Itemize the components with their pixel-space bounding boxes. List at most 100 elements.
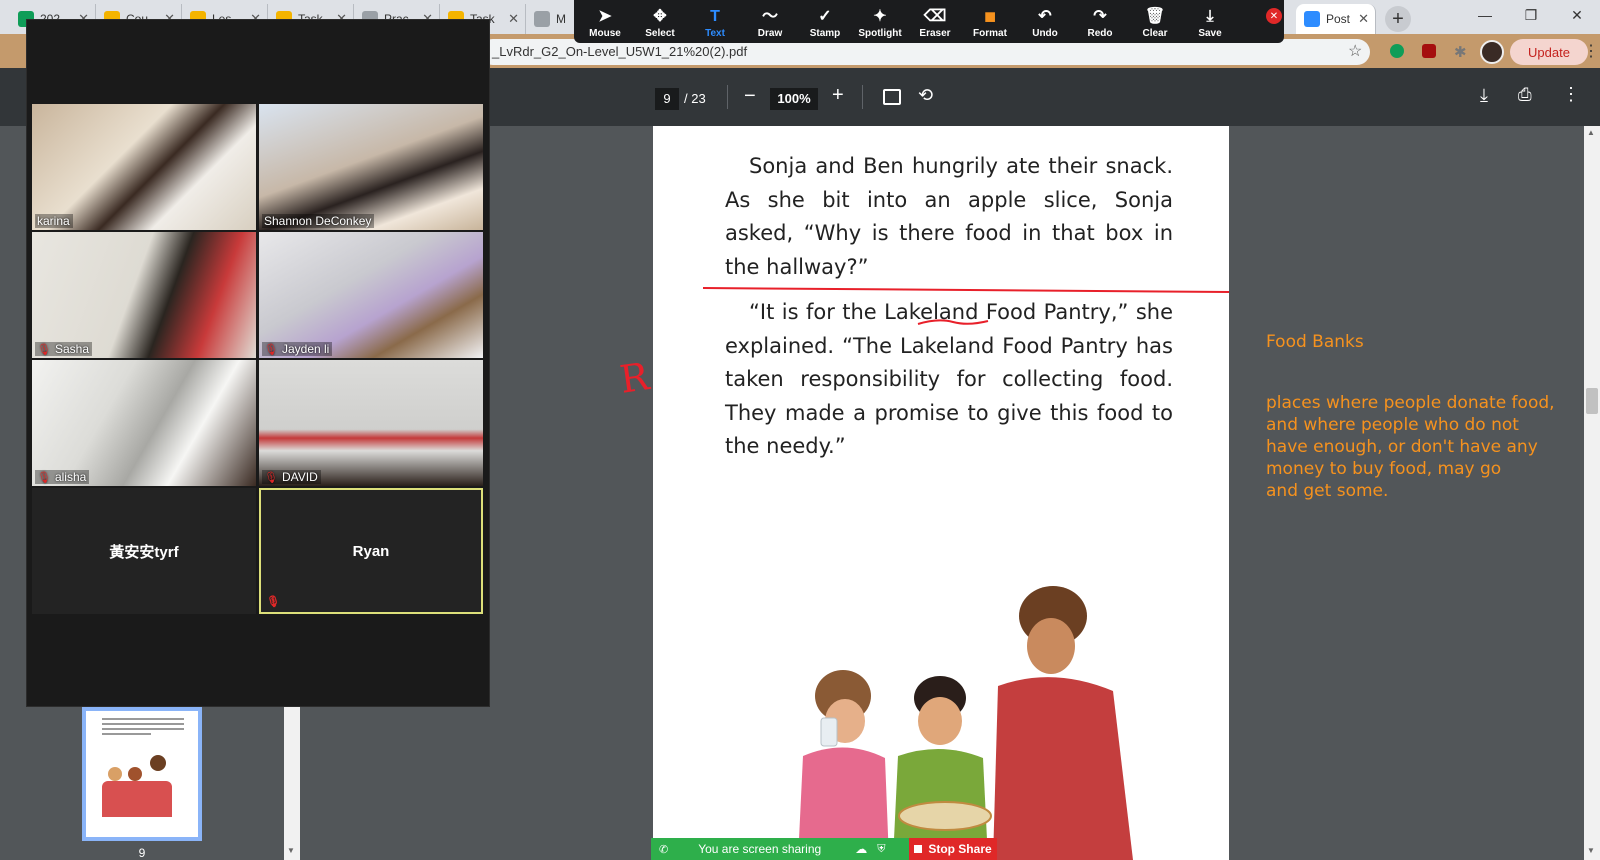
annotation-tool-label: Eraser <box>919 28 951 39</box>
participant-tile[interactable]: 🎙 Sasha <box>32 232 256 358</box>
participant-name: alisha <box>54 470 87 484</box>
mom-face <box>1027 618 1075 674</box>
rotate-icon[interactable]: ⟲ <box>918 85 933 106</box>
annotation-tool-eraser[interactable]: ⌫ Eraser <box>908 0 962 43</box>
participant-name: Shannon DeConkey <box>264 214 372 228</box>
tab-favicon-icon <box>1304 11 1320 27</box>
underline-annotation <box>917 319 989 325</box>
participant-tile[interactable]: 🎙 DAVID <box>259 360 483 486</box>
save-icon: ⤓ <box>1206 8 1214 25</box>
zoom-in-icon[interactable]: + <box>832 84 844 107</box>
thumbnail-page-number: 9 <box>138 846 146 860</box>
scroll-down-icon[interactable]: ▼ <box>1587 846 1595 855</box>
annotation-tool-mouse[interactable]: ➤ Mouse <box>578 0 632 43</box>
participant-name: Jayden li <box>281 342 330 356</box>
annotation-tool-save[interactable]: ⤓ Save <box>1183 0 1237 43</box>
annotation-tool-label: Undo <box>1032 28 1058 39</box>
participant-name-tag: 🎙 Jayden li <box>262 342 333 356</box>
ublock-extension-icon[interactable] <box>1422 44 1436 58</box>
close-tab-icon[interactable]: ✕ <box>508 11 519 27</box>
annotation-tool-label: Spotlight <box>858 28 902 39</box>
participant-tile[interactable]: karina <box>32 104 256 230</box>
scroll-down-icon[interactable]: ▼ <box>287 846 295 855</box>
cursor-icon: ➤ <box>598 8 612 25</box>
download-icon[interactable]: ⤓ <box>1480 85 1488 106</box>
print-icon[interactable]: ⎙ <box>1518 85 1532 105</box>
zoom-annotation-toolbar: ➤ Mouse ✥ Select T Text 〜 Draw ✓ Stamp ✦ Spotlight ⌫… <box>574 0 1284 43</box>
milk-glass <box>820 717 838 747</box>
stop-share-button[interactable]: Stop Share <box>909 838 997 860</box>
muted-mic-icon: 🎙 <box>264 343 278 356</box>
toolbar-divider <box>727 85 728 109</box>
participant-tile[interactable]: 🎙 Jayden li <box>259 232 483 358</box>
participant-tile[interactable]: Ryan 🎙 <box>259 488 483 614</box>
thumbnail-figure <box>128 767 142 781</box>
participant-name: karina <box>37 214 70 228</box>
minimize-button[interactable]: — <box>1462 0 1508 30</box>
close-tab-icon[interactable]: ✕ <box>1358 11 1369 27</box>
close-annotation-icon[interactable]: ✕ <box>1266 8 1282 24</box>
annotation-tool-text[interactable]: T Text <box>688 0 742 43</box>
profile-avatar[interactable] <box>1480 40 1504 64</box>
browser-tab[interactable]: M <box>526 4 576 34</box>
check-icon: ✓ <box>818 8 832 25</box>
page-illustration <box>702 287 1229 860</box>
boy-face <box>918 697 962 745</box>
share-status: You are screen sharing <box>698 842 822 856</box>
annotation-tool-clear[interactable]: 🗑 Clear <box>1128 0 1182 43</box>
annotation-tool-format[interactable]: ■ Format <box>963 0 1017 43</box>
page-thumbnail[interactable] <box>82 707 202 841</box>
bookmark-star-icon[interactable]: ☆ <box>1348 41 1362 61</box>
annotation-tool-label: Draw <box>757 28 783 39</box>
definition-heading: Food Banks <box>1266 332 1364 352</box>
page-number-input[interactable]: 9 <box>655 88 679 110</box>
red-divider-annotation <box>702 287 1229 293</box>
cloud-icon: ☁ <box>855 842 868 856</box>
zoom-out-icon[interactable]: − <box>744 85 756 108</box>
scroll-up-icon[interactable]: ▲ <box>1587 128 1595 137</box>
page-scrollbar[interactable]: ▲ ▼ <box>1584 126 1600 860</box>
participant-name: DAVID <box>281 470 318 484</box>
annotation-tool-label: Redo <box>1087 28 1113 39</box>
wand-icon: ✦ <box>873 8 887 25</box>
participant-tile[interactable]: Shannon DeConkey <box>259 104 483 230</box>
update-label: Update <box>1528 44 1570 60</box>
annotation-tool-spotlight[interactable]: ✦ Spotlight <box>853 0 907 43</box>
new-tab-button[interactable]: + <box>1385 6 1411 32</box>
pdf-page: Sonja and Ben hungrily ate their snack. … <box>653 126 1229 860</box>
eraser-icon: ⌫ <box>923 8 947 25</box>
annotation-tool-redo[interactable]: ↷ Redo <box>1073 0 1127 43</box>
puzzle-extensions-icon[interactable]: ✱ <box>1454 43 1467 61</box>
snack-bowl <box>898 801 992 831</box>
update-button[interactable]: Update <box>1510 39 1588 65</box>
chrome-menu-icon[interactable]: ⋮ <box>1583 41 1599 61</box>
color-swatch-icon: ■ <box>983 6 997 28</box>
muted-mic-icon: 🎙 <box>264 471 278 484</box>
annotation-tool-draw[interactable]: 〜 Draw <box>743 0 797 43</box>
browser-tab[interactable]: Post ✕ <box>1296 4 1376 34</box>
stop-share-label: Stop Share <box>928 842 992 856</box>
annotation-tool-undo[interactable]: ↶ Undo <box>1018 0 1072 43</box>
zoom-gallery-panel[interactable]: karina Shannon DeConkey 🎙 Sasha 🎙 Jayden li 🎙 a… <box>26 19 490 707</box>
restore-button[interactable]: ❐ <box>1508 0 1554 30</box>
muted-mic-icon: 🎙 <box>37 343 51 356</box>
mom-sweater <box>993 677 1133 860</box>
fit-page-icon[interactable] <box>883 89 901 105</box>
muted-mic-icon: 🎙 <box>37 471 51 484</box>
participant-tile[interactable]: 黃安安tyrf <box>32 488 256 614</box>
more-options-icon[interactable]: ⋮ <box>1562 84 1580 105</box>
extension-icon[interactable] <box>1390 44 1404 58</box>
trash-icon: 🗑 <box>1144 8 1166 25</box>
scrollbar-thumb[interactable] <box>1586 388 1598 414</box>
annotation-tool-select[interactable]: ✥ Select <box>633 0 687 43</box>
zoom-level[interactable]: 100% <box>770 88 818 110</box>
participant-name: Sasha <box>54 342 89 356</box>
annotation-tool-stamp[interactable]: ✓ Stamp <box>798 0 852 43</box>
annotation-tool-label: Stamp <box>809 28 841 39</box>
participant-tile[interactable]: 🎙 alisha <box>32 360 256 486</box>
close-window-button[interactable]: ✕ <box>1554 0 1600 30</box>
annotation-tool-label: Select <box>645 28 675 39</box>
margin-r-annotation: R <box>617 354 652 402</box>
undo-icon: ↶ <box>1038 8 1052 25</box>
annotation-tool-label: Clear <box>1142 28 1168 39</box>
